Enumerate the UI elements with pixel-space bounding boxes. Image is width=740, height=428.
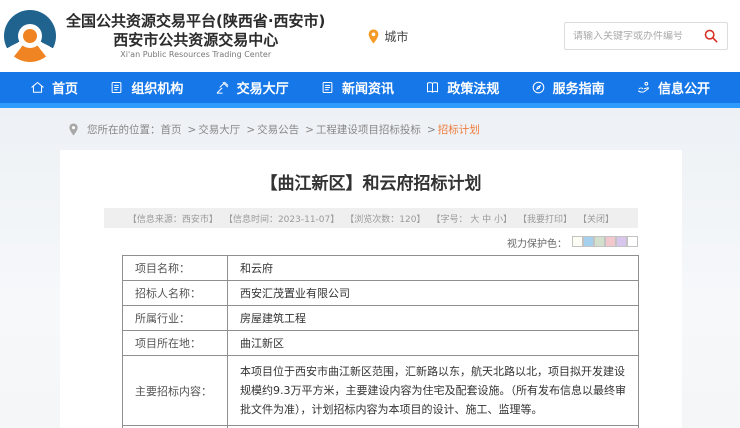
nav-item-org[interactable]: 组织机构 xyxy=(109,78,183,97)
row-value: 西安汇茂置业有限公司 xyxy=(228,281,639,306)
nav-item-trade[interactable]: 交易大厅 xyxy=(215,78,289,97)
nav-item-label: 新闻资讯 xyxy=(342,78,394,97)
breadcrumb-separator: > xyxy=(427,124,436,136)
row-value: 房屋建筑工程 xyxy=(228,306,639,331)
search-icon[interactable] xyxy=(703,28,719,44)
table-row: 项目名称：和云府 xyxy=(123,256,639,281)
article-card: 【曲江新区】和云府招标计划 【信息来源：西安市】【信息时间：2023-11-07… xyxy=(60,150,682,428)
meta-close[interactable]: 【关闭】 xyxy=(578,212,614,225)
eye-protect-swatch-3[interactable] xyxy=(594,236,605,247)
city-selector[interactable]: 城市 xyxy=(367,28,408,45)
org-icon xyxy=(109,80,124,95)
content-zone: 您所在的位置： 首页>交易大厅>交易公告>工程建设项目招标投标>招标计划 【曲江… xyxy=(0,108,740,428)
search-input[interactable] xyxy=(573,31,703,42)
row-value: 曲江新区 xyxy=(228,331,639,356)
policy-icon xyxy=(425,80,440,95)
breadcrumb-links: 首页>交易大厅>交易公告>工程建设项目招标投标>招标计划 xyxy=(161,122,480,137)
meta-time: 【信息时间：2023-11-07】 xyxy=(224,212,339,225)
nav-item-policy[interactable]: 政策法规 xyxy=(425,78,499,97)
eye-protect-label: 视力保护色： xyxy=(507,235,567,250)
row-value: 本项目位于西安市曲江新区范围，汇新路以东，航天北路以北，项目拟开发建设规模约9.… xyxy=(228,356,639,426)
breadcrumb-separator: > xyxy=(246,124,255,136)
table-row: 主要招标内容：本项目位于西安市曲江新区范围，汇新路以东，航天北路以北，项目拟开发… xyxy=(123,356,639,426)
nav-item-label: 交易大厅 xyxy=(237,78,289,97)
nav-item-label: 组织机构 xyxy=(131,78,183,97)
main-nav: 首页 组织机构 交易大厅 新闻资讯 政策法规 服务指南 信息公开 xyxy=(0,72,740,103)
breadcrumb-pin-icon xyxy=(68,123,79,136)
site-logo xyxy=(4,10,56,62)
meta-font-size[interactable]: 【字号： 大 中 小】 xyxy=(431,212,512,225)
breadcrumb-prefix: 您所在的位置： xyxy=(87,122,161,137)
breadcrumb-link[interactable]: 工程建设项目招标投标 xyxy=(316,124,421,136)
eye-protect-swatches xyxy=(572,236,638,250)
detail-table: 项目名称：和云府招标人名称：西安汇茂置业有限公司所属行业：房屋建筑工程项目所在地… xyxy=(122,255,639,428)
nav-item-home[interactable]: 首页 xyxy=(30,78,78,97)
platform-title: 全国公共资源交易平台(陕西省·西安市) xyxy=(66,12,325,31)
nav-item-label: 政策法规 xyxy=(447,78,499,97)
nav-item-label: 首页 xyxy=(52,78,78,97)
nav-item-info[interactable]: 信息公开 xyxy=(636,78,710,97)
article-meta-bar: 【信息来源：西安市】【信息时间：2023-11-07】【浏览次数：120】【字号… xyxy=(104,208,638,228)
city-label: 城市 xyxy=(384,28,408,45)
breadcrumb-link[interactable]: 交易大厅 xyxy=(198,124,240,136)
table-row: 招标人名称：西安汇茂置业有限公司 xyxy=(123,281,639,306)
guide-icon xyxy=(531,80,546,95)
table-row: 所属行业：房屋建筑工程 xyxy=(123,306,639,331)
meta-views: 【浏览次数：120】 xyxy=(345,212,425,225)
eye-protect-swatch-1[interactable] xyxy=(572,236,583,247)
row-value: 和云府 xyxy=(228,256,639,281)
meta-source: 【信息来源：西安市】 xyxy=(128,212,218,225)
breadcrumb-link[interactable]: 首页 xyxy=(161,124,182,136)
location-pin-icon xyxy=(367,29,380,44)
row-label: 项目所在地： xyxy=(123,331,228,356)
eye-protect-swatch-6[interactable] xyxy=(627,236,638,247)
news-icon xyxy=(320,80,335,95)
center-title-en: Xi'an Public Resources Trading Center xyxy=(66,50,325,60)
breadcrumb-separator: > xyxy=(188,124,197,136)
breadcrumb-link[interactable]: 交易公告 xyxy=(257,124,299,136)
breadcrumb: 您所在的位置： 首页>交易大厅>交易公告>工程建设项目招标投标>招标计划 xyxy=(0,108,740,150)
nav-item-guide[interactable]: 服务指南 xyxy=(531,78,605,97)
trade-icon xyxy=(215,80,230,95)
search-box xyxy=(564,22,728,50)
page-title: 【曲江新区】和云府招标计划 xyxy=(104,169,638,194)
row-label: 主要招标内容： xyxy=(123,356,228,426)
eye-protect-swatch-2[interactable] xyxy=(583,236,594,247)
center-title: 西安市公共资源交易中心 xyxy=(66,31,325,50)
site-header: 全国公共资源交易平台(陕西省·西安市) 西安市公共资源交易中心 Xi'an Pu… xyxy=(0,0,740,72)
info-icon xyxy=(636,80,651,95)
breadcrumb-current[interactable]: 招标计划 xyxy=(438,124,480,136)
nav-item-label: 信息公开 xyxy=(658,78,710,97)
nav-item-news[interactable]: 新闻资讯 xyxy=(320,78,394,97)
row-label: 项目名称： xyxy=(123,256,228,281)
breadcrumb-separator: > xyxy=(305,124,314,136)
site-title-block: 全国公共资源交易平台(陕西省·西安市) 西安市公共资源交易中心 Xi'an Pu… xyxy=(66,12,325,60)
home-icon xyxy=(30,80,45,95)
row-label: 招标人名称： xyxy=(123,281,228,306)
nav-item-label: 服务指南 xyxy=(553,78,605,97)
eye-protect-swatch-5[interactable] xyxy=(616,236,627,247)
meta-print[interactable]: 【我要打印】 xyxy=(518,212,572,225)
eye-protect-swatch-4[interactable] xyxy=(605,236,616,247)
row-label: 所属行业： xyxy=(123,306,228,331)
eye-protect-row: 视力保护色： xyxy=(104,235,638,250)
table-row: 项目所在地：曲江新区 xyxy=(123,331,639,356)
